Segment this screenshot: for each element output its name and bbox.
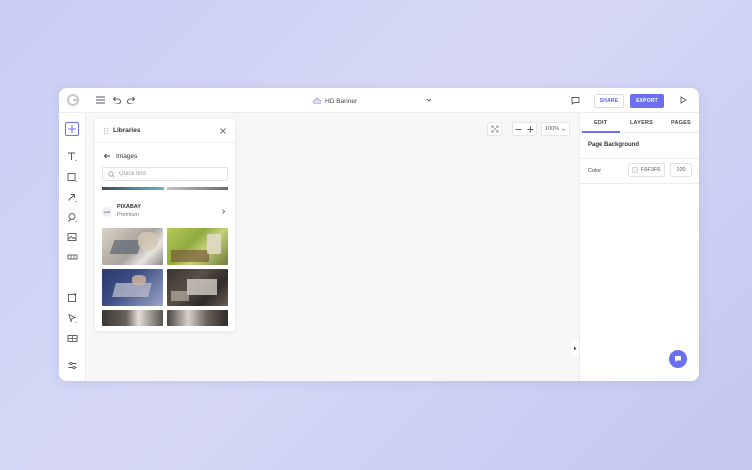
close-icon[interactable] bbox=[219, 127, 227, 135]
table-tool-icon[interactable] bbox=[66, 251, 79, 264]
comment-icon[interactable] bbox=[568, 93, 582, 107]
properties-tabs: EDIT LAYERS PAGES bbox=[580, 113, 699, 133]
image-thumb[interactable] bbox=[167, 269, 228, 306]
zoom-out-icon[interactable] bbox=[515, 126, 522, 133]
provider-tier: Premium bbox=[117, 212, 140, 218]
cloud-icon bbox=[313, 98, 321, 104]
image-thumb[interactable] bbox=[167, 310, 228, 326]
tab-pages[interactable]: PAGES bbox=[671, 120, 691, 126]
search-input[interactable] bbox=[119, 171, 219, 177]
undo-icon[interactable] bbox=[109, 93, 123, 107]
search-icon bbox=[108, 170, 115, 178]
image-results-grid bbox=[102, 228, 228, 326]
image-tool-icon[interactable] bbox=[66, 231, 79, 244]
color-hex-value: F6F3F6 bbox=[641, 167, 661, 173]
provider-name: PIXABAY bbox=[117, 204, 141, 210]
grid-tool-icon[interactable] bbox=[66, 332, 79, 345]
chat-icon bbox=[675, 356, 681, 362]
select-tool-icon[interactable] bbox=[66, 312, 79, 325]
arrow-tool-icon[interactable] bbox=[66, 191, 79, 204]
libraries-panel-header: Libraries bbox=[95, 119, 235, 143]
caret-right-icon bbox=[574, 346, 577, 350]
quick-find-search[interactable] bbox=[102, 167, 228, 181]
chat-support-button[interactable] bbox=[669, 350, 687, 368]
export-button[interactable]: EXPORT bbox=[630, 94, 664, 108]
zoom-level-select[interactable]: 100% bbox=[541, 122, 570, 136]
document-title-text: HD Banner bbox=[325, 97, 358, 105]
back-arrow-icon bbox=[103, 153, 110, 159]
redo-icon[interactable] bbox=[124, 93, 138, 107]
chevron-right-icon bbox=[222, 209, 226, 214]
color-hex-input[interactable]: F6F3F6 bbox=[628, 163, 665, 177]
logo-icon[interactable] bbox=[67, 94, 79, 106]
top-toolbar: HD Banner SHARE EXPORT bbox=[59, 88, 699, 113]
collapse-panel-handle[interactable] bbox=[571, 340, 579, 356]
page-background-title: Page Background bbox=[588, 142, 640, 148]
color-label: Color bbox=[588, 168, 602, 174]
zoom-level-text: 100% bbox=[544, 126, 560, 132]
zoom-controls bbox=[512, 122, 537, 136]
provider-pixabay[interactable]: pxb PIXABAY Premium bbox=[102, 202, 228, 222]
shape-tool-icon[interactable] bbox=[66, 171, 79, 184]
pen-tool-icon[interactable] bbox=[66, 211, 79, 224]
zoom-in-icon[interactable] bbox=[527, 126, 534, 133]
add-element-button[interactable] bbox=[65, 122, 79, 136]
properties-panel: EDIT LAYERS PAGES Page Background Color … bbox=[579, 113, 699, 381]
tab-edit[interactable]: EDIT bbox=[594, 120, 607, 126]
expand-icon bbox=[491, 125, 498, 133]
previous-results-strip bbox=[102, 187, 228, 190]
image-thumb[interactable] bbox=[167, 228, 228, 265]
frame-tool-icon[interactable] bbox=[66, 291, 79, 304]
fit-to-screen-button[interactable] bbox=[487, 122, 502, 136]
tab-layers[interactable]: LAYERS bbox=[630, 120, 653, 126]
opacity-input[interactable]: 100 bbox=[670, 163, 692, 177]
document-title[interactable]: HD Banner bbox=[313, 96, 357, 106]
libraries-title: Libraries bbox=[113, 127, 141, 134]
libraries-panel: Libraries Images pxb PIXABAY Premium bbox=[95, 119, 235, 331]
share-button[interactable]: SHARE bbox=[594, 94, 624, 108]
opacity-value: 100 bbox=[676, 167, 686, 173]
divider bbox=[580, 183, 699, 184]
color-swatch[interactable] bbox=[632, 167, 638, 173]
play-icon[interactable] bbox=[676, 93, 690, 107]
images-section-label: Images bbox=[116, 152, 138, 160]
images-back-link[interactable]: Images bbox=[103, 151, 137, 161]
app-window: HD Banner SHARE EXPORT Libraries Images … bbox=[59, 88, 699, 381]
text-tool-icon[interactable] bbox=[66, 150, 79, 163]
image-thumb[interactable] bbox=[102, 310, 163, 326]
drag-handle-icon[interactable] bbox=[103, 127, 109, 135]
chevron-down-icon[interactable] bbox=[425, 96, 433, 104]
divider bbox=[580, 158, 699, 159]
menu-icon[interactable] bbox=[93, 93, 107, 107]
active-tab-indicator bbox=[582, 131, 620, 133]
left-toolbar bbox=[59, 113, 86, 381]
settings-icon[interactable] bbox=[66, 359, 79, 372]
chevron-down-icon bbox=[561, 128, 566, 131]
image-thumb[interactable] bbox=[102, 228, 163, 265]
image-thumb[interactable] bbox=[102, 269, 163, 306]
add-icon bbox=[68, 125, 76, 133]
pixabay-logo: pxb bbox=[102, 207, 112, 217]
